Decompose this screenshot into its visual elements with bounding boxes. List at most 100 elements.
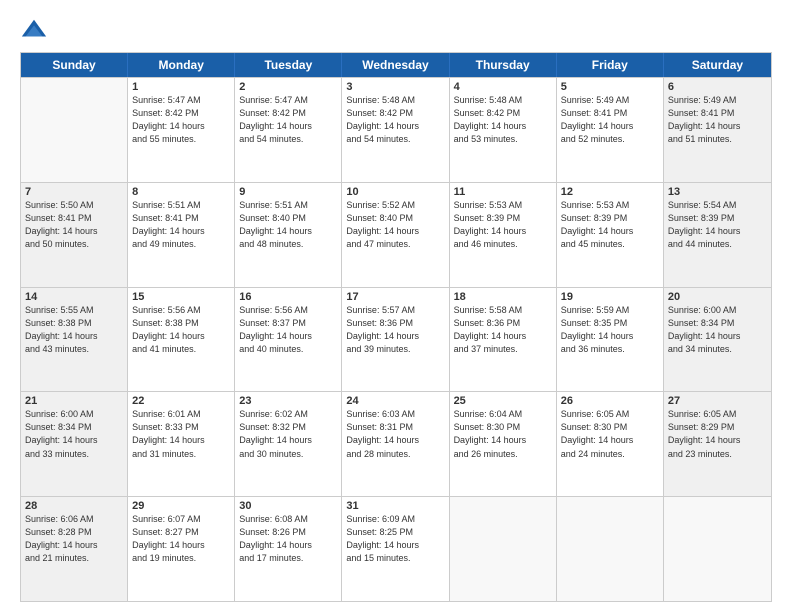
day-info: Sunrise: 6:06 AM Sunset: 8:28 PM Dayligh… xyxy=(25,513,123,565)
day-info: Sunrise: 6:00 AM Sunset: 8:34 PM Dayligh… xyxy=(668,304,767,356)
day-info: Sunrise: 6:01 AM Sunset: 8:33 PM Dayligh… xyxy=(132,408,230,460)
day-number: 10 xyxy=(346,186,444,198)
day-number: 3 xyxy=(346,81,444,93)
calendar-body: 1Sunrise: 5:47 AM Sunset: 8:42 PM Daylig… xyxy=(21,77,771,601)
day-info: Sunrise: 6:05 AM Sunset: 8:30 PM Dayligh… xyxy=(561,408,659,460)
calendar-cell: 22Sunrise: 6:01 AM Sunset: 8:33 PM Dayli… xyxy=(128,392,235,496)
calendar-cell: 27Sunrise: 6:05 AM Sunset: 8:29 PM Dayli… xyxy=(664,392,771,496)
day-info: Sunrise: 5:55 AM Sunset: 8:38 PM Dayligh… xyxy=(25,304,123,356)
calendar-cell: 4Sunrise: 5:48 AM Sunset: 8:42 PM Daylig… xyxy=(450,78,557,182)
day-number: 29 xyxy=(132,500,230,512)
calendar-cell: 10Sunrise: 5:52 AM Sunset: 8:40 PM Dayli… xyxy=(342,183,449,287)
calendar-cell: 19Sunrise: 5:59 AM Sunset: 8:35 PM Dayli… xyxy=(557,288,664,392)
calendar-cell xyxy=(21,78,128,182)
day-number: 26 xyxy=(561,395,659,407)
day-info: Sunrise: 6:08 AM Sunset: 8:26 PM Dayligh… xyxy=(239,513,337,565)
calendar-cell xyxy=(557,497,664,601)
day-info: Sunrise: 5:53 AM Sunset: 8:39 PM Dayligh… xyxy=(561,199,659,251)
calendar-cell: 8Sunrise: 5:51 AM Sunset: 8:41 PM Daylig… xyxy=(128,183,235,287)
day-info: Sunrise: 5:56 AM Sunset: 8:38 PM Dayligh… xyxy=(132,304,230,356)
calendar-cell: 24Sunrise: 6:03 AM Sunset: 8:31 PM Dayli… xyxy=(342,392,449,496)
day-number: 18 xyxy=(454,291,552,303)
day-info: Sunrise: 6:02 AM Sunset: 8:32 PM Dayligh… xyxy=(239,408,337,460)
calendar-row: 7Sunrise: 5:50 AM Sunset: 8:41 PM Daylig… xyxy=(21,182,771,287)
calendar: SundayMondayTuesdayWednesdayThursdayFrid… xyxy=(20,52,772,602)
page: SundayMondayTuesdayWednesdayThursdayFrid… xyxy=(0,0,792,612)
day-number: 17 xyxy=(346,291,444,303)
day-number: 6 xyxy=(668,81,767,93)
calendar-cell: 29Sunrise: 6:07 AM Sunset: 8:27 PM Dayli… xyxy=(128,497,235,601)
calendar-cell: 30Sunrise: 6:08 AM Sunset: 8:26 PM Dayli… xyxy=(235,497,342,601)
logo-icon xyxy=(20,16,48,44)
day-number: 5 xyxy=(561,81,659,93)
day-info: Sunrise: 6:09 AM Sunset: 8:25 PM Dayligh… xyxy=(346,513,444,565)
day-number: 14 xyxy=(25,291,123,303)
calendar-header: SundayMondayTuesdayWednesdayThursdayFrid… xyxy=(21,53,771,77)
day-info: Sunrise: 5:51 AM Sunset: 8:40 PM Dayligh… xyxy=(239,199,337,251)
calendar-cell: 17Sunrise: 5:57 AM Sunset: 8:36 PM Dayli… xyxy=(342,288,449,392)
day-info: Sunrise: 6:04 AM Sunset: 8:30 PM Dayligh… xyxy=(454,408,552,460)
day-info: Sunrise: 5:49 AM Sunset: 8:41 PM Dayligh… xyxy=(668,94,767,146)
day-number: 20 xyxy=(668,291,767,303)
day-number: 27 xyxy=(668,395,767,407)
calendar-cell: 13Sunrise: 5:54 AM Sunset: 8:39 PM Dayli… xyxy=(664,183,771,287)
weekday-header: Sunday xyxy=(21,53,128,77)
calendar-cell: 28Sunrise: 6:06 AM Sunset: 8:28 PM Dayli… xyxy=(21,497,128,601)
day-info: Sunrise: 5:53 AM Sunset: 8:39 PM Dayligh… xyxy=(454,199,552,251)
day-number: 28 xyxy=(25,500,123,512)
day-number: 30 xyxy=(239,500,337,512)
calendar-cell xyxy=(664,497,771,601)
calendar-cell: 2Sunrise: 5:47 AM Sunset: 8:42 PM Daylig… xyxy=(235,78,342,182)
day-number: 31 xyxy=(346,500,444,512)
day-info: Sunrise: 5:47 AM Sunset: 8:42 PM Dayligh… xyxy=(239,94,337,146)
day-info: Sunrise: 6:07 AM Sunset: 8:27 PM Dayligh… xyxy=(132,513,230,565)
header xyxy=(20,16,772,44)
calendar-cell: 11Sunrise: 5:53 AM Sunset: 8:39 PM Dayli… xyxy=(450,183,557,287)
calendar-row: 14Sunrise: 5:55 AM Sunset: 8:38 PM Dayli… xyxy=(21,287,771,392)
day-info: Sunrise: 5:54 AM Sunset: 8:39 PM Dayligh… xyxy=(668,199,767,251)
day-number: 8 xyxy=(132,186,230,198)
calendar-cell: 21Sunrise: 6:00 AM Sunset: 8:34 PM Dayli… xyxy=(21,392,128,496)
day-info: Sunrise: 5:52 AM Sunset: 8:40 PM Dayligh… xyxy=(346,199,444,251)
weekday-header: Wednesday xyxy=(342,53,449,77)
day-info: Sunrise: 6:00 AM Sunset: 8:34 PM Dayligh… xyxy=(25,408,123,460)
calendar-cell: 25Sunrise: 6:04 AM Sunset: 8:30 PM Dayli… xyxy=(450,392,557,496)
day-number: 9 xyxy=(239,186,337,198)
day-number: 22 xyxy=(132,395,230,407)
day-number: 12 xyxy=(561,186,659,198)
weekday-header: Saturday xyxy=(664,53,771,77)
calendar-cell: 31Sunrise: 6:09 AM Sunset: 8:25 PM Dayli… xyxy=(342,497,449,601)
day-number: 19 xyxy=(561,291,659,303)
calendar-cell: 7Sunrise: 5:50 AM Sunset: 8:41 PM Daylig… xyxy=(21,183,128,287)
calendar-cell: 5Sunrise: 5:49 AM Sunset: 8:41 PM Daylig… xyxy=(557,78,664,182)
day-number: 1 xyxy=(132,81,230,93)
day-number: 2 xyxy=(239,81,337,93)
day-info: Sunrise: 5:51 AM Sunset: 8:41 PM Dayligh… xyxy=(132,199,230,251)
calendar-cell: 1Sunrise: 5:47 AM Sunset: 8:42 PM Daylig… xyxy=(128,78,235,182)
day-info: Sunrise: 5:48 AM Sunset: 8:42 PM Dayligh… xyxy=(346,94,444,146)
day-info: Sunrise: 6:03 AM Sunset: 8:31 PM Dayligh… xyxy=(346,408,444,460)
calendar-row: 28Sunrise: 6:06 AM Sunset: 8:28 PM Dayli… xyxy=(21,496,771,601)
day-info: Sunrise: 5:50 AM Sunset: 8:41 PM Dayligh… xyxy=(25,199,123,251)
day-number: 21 xyxy=(25,395,123,407)
day-info: Sunrise: 5:58 AM Sunset: 8:36 PM Dayligh… xyxy=(454,304,552,356)
calendar-cell: 14Sunrise: 5:55 AM Sunset: 8:38 PM Dayli… xyxy=(21,288,128,392)
calendar-cell: 20Sunrise: 6:00 AM Sunset: 8:34 PM Dayli… xyxy=(664,288,771,392)
calendar-cell: 3Sunrise: 5:48 AM Sunset: 8:42 PM Daylig… xyxy=(342,78,449,182)
day-info: Sunrise: 5:59 AM Sunset: 8:35 PM Dayligh… xyxy=(561,304,659,356)
calendar-cell xyxy=(450,497,557,601)
day-info: Sunrise: 5:48 AM Sunset: 8:42 PM Dayligh… xyxy=(454,94,552,146)
calendar-row: 1Sunrise: 5:47 AM Sunset: 8:42 PM Daylig… xyxy=(21,77,771,182)
day-info: Sunrise: 5:47 AM Sunset: 8:42 PM Dayligh… xyxy=(132,94,230,146)
weekday-header: Monday xyxy=(128,53,235,77)
day-info: Sunrise: 5:49 AM Sunset: 8:41 PM Dayligh… xyxy=(561,94,659,146)
logo xyxy=(20,16,52,44)
day-info: Sunrise: 5:56 AM Sunset: 8:37 PM Dayligh… xyxy=(239,304,337,356)
calendar-cell: 15Sunrise: 5:56 AM Sunset: 8:38 PM Dayli… xyxy=(128,288,235,392)
day-number: 23 xyxy=(239,395,337,407)
day-info: Sunrise: 5:57 AM Sunset: 8:36 PM Dayligh… xyxy=(346,304,444,356)
day-number: 13 xyxy=(668,186,767,198)
day-number: 16 xyxy=(239,291,337,303)
calendar-cell: 9Sunrise: 5:51 AM Sunset: 8:40 PM Daylig… xyxy=(235,183,342,287)
day-number: 7 xyxy=(25,186,123,198)
